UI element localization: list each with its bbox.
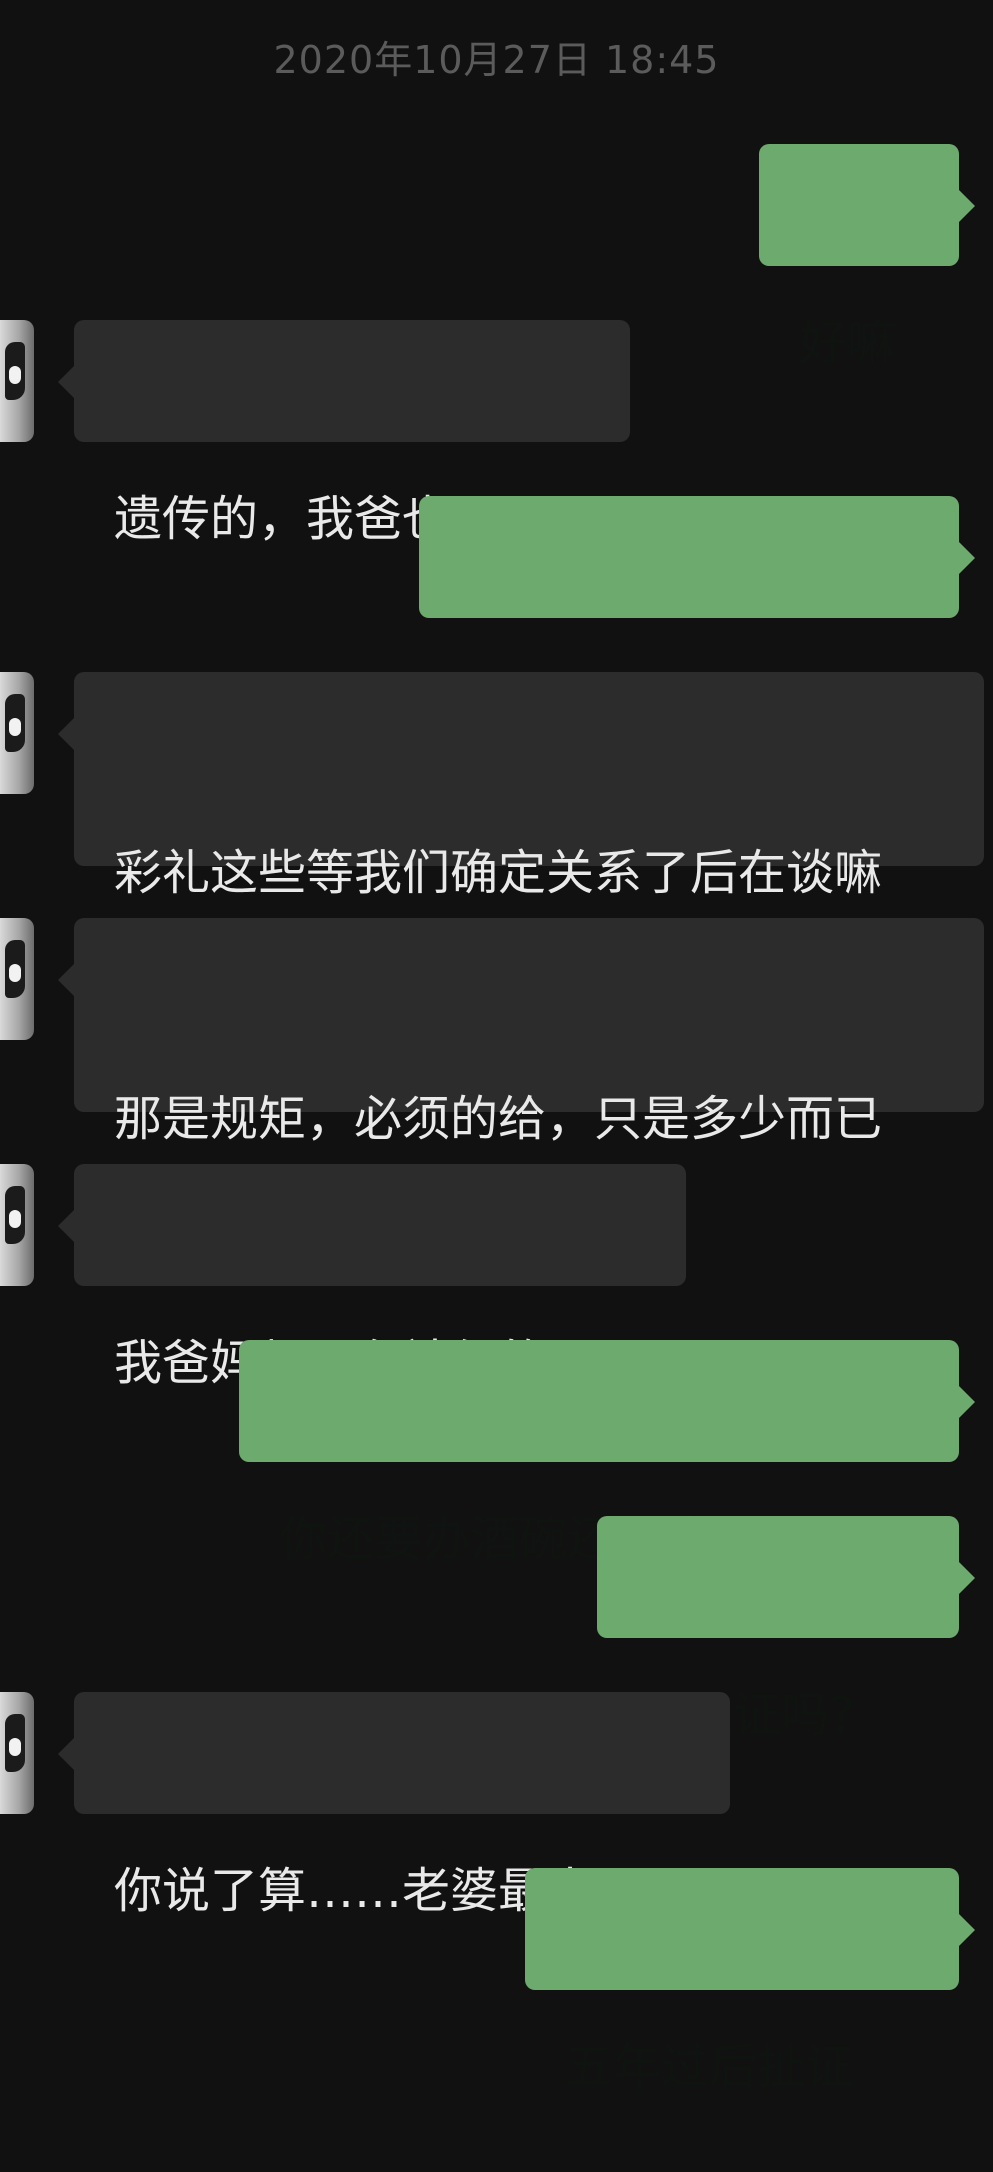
message-bubble-incoming[interactable]: 那是规矩，必须的给，只是多少而已 <box>58 918 984 1147</box>
contact-avatar-icon[interactable] <box>0 918 34 1040</box>
message-bubble-incoming[interactable]: 彩礼这些等我们确定关系了后在谈嘛 <box>58 672 984 901</box>
message-text: 彩礼这些等我们确定关系了后在谈嘛 <box>114 845 883 901</box>
contact-avatar-icon[interactable] <box>0 1164 34 1286</box>
chat-timestamp: 2020年10月27日 18:45 <box>273 38 720 82</box>
message-text: 那是规矩，必须的给，只是多少而已 <box>114 1091 883 1147</box>
message-bubble-incoming[interactable]: 遗传的，我爸也是 <box>58 320 630 547</box>
contact-avatar-icon[interactable] <box>0 320 34 442</box>
message-bubble-outgoing[interactable]: 你父母有社保吗? <box>419 496 975 723</box>
message-bubble-outgoing[interactable]: 五年过后扯证 <box>525 1868 975 2095</box>
message-bubble-outgoing[interactable]: 你还要办酒碗还是咋的? <box>239 1340 975 1567</box>
message-text: 五年过后扯证 <box>565 2039 854 2095</box>
message-bubble-incoming[interactable]: 你说了算……老婆最大 <box>58 1692 730 1919</box>
message-bubble-outgoing[interactable]: 好嘛 <box>759 144 975 371</box>
contact-avatar-icon[interactable] <box>0 672 34 794</box>
message-bubble-incoming[interactable]: 我爸妈都买有社保的 <box>58 1164 686 1391</box>
message-bubble-outgoing[interactable]: 要扯证吗? <box>597 1516 975 1743</box>
message-text: 好嘛 <box>799 315 896 371</box>
contact-avatar-icon[interactable] <box>0 1692 34 1814</box>
